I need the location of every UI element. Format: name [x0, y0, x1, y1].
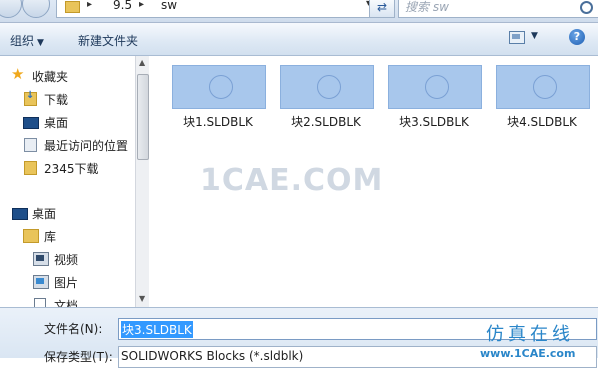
library-icon [23, 229, 39, 243]
nav-item-documents[interactable]: 文档 [0, 295, 135, 307]
nav-item-label: 收藏夹 [32, 70, 69, 84]
chevron-down-icon: ▼ [37, 38, 44, 48]
nav-item-label: 图片 [54, 276, 79, 290]
nav-item-label: 桌面 [32, 207, 57, 221]
nav-item-recent-places[interactable]: 最近访问的位置 [0, 135, 135, 155]
file-name: 块4.SLDBLK [507, 115, 577, 129]
search-input[interactable]: 搜索 sw [398, 0, 598, 18]
breadcrumb-item[interactable]: sw [161, 0, 177, 12]
nav-item-desktop[interactable]: 桌面 [0, 112, 135, 132]
star-icon: ★ [11, 65, 25, 83]
file-item[interactable]: 块4.SLDBLK [496, 65, 590, 145]
forward-button[interactable] [22, 0, 50, 18]
watermark: 1CAE.COM [200, 163, 384, 198]
desktop-icon [12, 208, 28, 220]
nav-item-label: 视频 [54, 253, 79, 267]
file-thumbnail [388, 65, 482, 109]
scroll-down-icon[interactable]: ▼ [139, 294, 145, 303]
organize-button[interactable]: 组织 ▼ [10, 32, 44, 49]
filename-label: 文件名(N): [44, 322, 103, 336]
nav-item-downloads[interactable]: 下载 [0, 89, 135, 109]
pictures-icon [33, 275, 49, 289]
file-name: 块2.SLDBLK [291, 115, 361, 129]
save-options-pane: 文件名(N): 块3.SLDBLK 保存类型(T): SOLIDWORKS Bl… [0, 307, 598, 368]
download-folder-icon [24, 90, 37, 106]
nav-item-desktop-root[interactable]: 桌面 [0, 203, 135, 223]
nav-scrollbar[interactable]: ▲ ▼ [135, 56, 149, 307]
organize-label: 组织 [10, 34, 35, 48]
documents-icon [34, 298, 46, 307]
search-placeholder: 搜索 sw [405, 0, 449, 14]
command-bar: 组织 ▼ 新建文件夹 ▼ ? [0, 23, 598, 56]
file-name: 块3.SLDBLK [399, 115, 469, 129]
nav-item-2345-downloads[interactable]: 2345下载 [0, 158, 135, 178]
site-watermark: www.1CAE.com [480, 347, 576, 360]
nav-item-label: 桌面 [44, 116, 69, 130]
folder-icon [24, 161, 37, 175]
nav-item-videos[interactable]: 视频 [0, 249, 135, 269]
nav-item-label: 库 [44, 230, 57, 244]
nav-item-libraries[interactable]: 库 [0, 226, 135, 246]
search-icon [580, 1, 593, 14]
address-field[interactable]: ▸ 9.5 ▸ sw ▾ [56, 0, 378, 18]
breadcrumb-separator-icon: ▸ [87, 0, 93, 10]
file-item[interactable]: 块2.SLDBLK [280, 65, 374, 145]
file-item[interactable]: 块1.SLDBLK [172, 65, 266, 145]
back-button[interactable] [0, 0, 22, 18]
file-thumbnail [280, 65, 374, 109]
file-name: 块1.SLDBLK [183, 115, 253, 129]
nav-item-pictures[interactable]: 图片 [0, 272, 135, 292]
desktop-icon [23, 117, 39, 129]
block-preview-icon [533, 75, 557, 99]
scrollbar-thumb[interactable] [137, 74, 149, 160]
file-item[interactable]: 块3.SLDBLK [388, 65, 482, 145]
breadcrumb-item[interactable]: 9.5 [113, 0, 132, 12]
recent-places-icon [24, 138, 37, 152]
file-thumbnail [496, 65, 590, 109]
video-icon [33, 252, 49, 266]
block-preview-icon [209, 75, 233, 99]
address-bar: ▸ 9.5 ▸ sw ▾ ⇄ 搜索 sw [0, 0, 598, 23]
nav-item-label: 2345下载 [44, 162, 99, 176]
chevron-down-icon[interactable]: ▼ [531, 31, 538, 41]
nav-item-label: 最近访问的位置 [44, 139, 129, 153]
nav-item-label: 下载 [44, 93, 69, 107]
new-folder-button[interactable]: 新建文件夹 [78, 32, 138, 49]
refresh-button[interactable]: ⇄ [369, 0, 395, 18]
save-type-value: SOLIDWORKS Blocks (*.sldblk) [121, 349, 304, 363]
change-view-icon[interactable] [509, 31, 525, 44]
folder-icon [65, 1, 80, 13]
block-preview-icon [425, 75, 449, 99]
breadcrumb-separator-icon: ▸ [139, 0, 145, 10]
filename-value: 块3.SLDBLK [121, 321, 193, 338]
nav-item-favorites[interactable]: ★ 收藏夹 [0, 65, 135, 86]
scroll-up-icon[interactable]: ▲ [139, 58, 145, 67]
help-icon[interactable]: ? [569, 29, 585, 45]
nav-item-label: 文档 [54, 299, 79, 307]
block-preview-icon [317, 75, 341, 99]
brand-watermark: 仿真在线 [486, 324, 574, 345]
file-thumbnail [172, 65, 266, 109]
navigation-pane: ★ 收藏夹 下载 桌面 最近访问的位置 2345下载 桌面 库 视频 图片 文档 [0, 56, 135, 307]
